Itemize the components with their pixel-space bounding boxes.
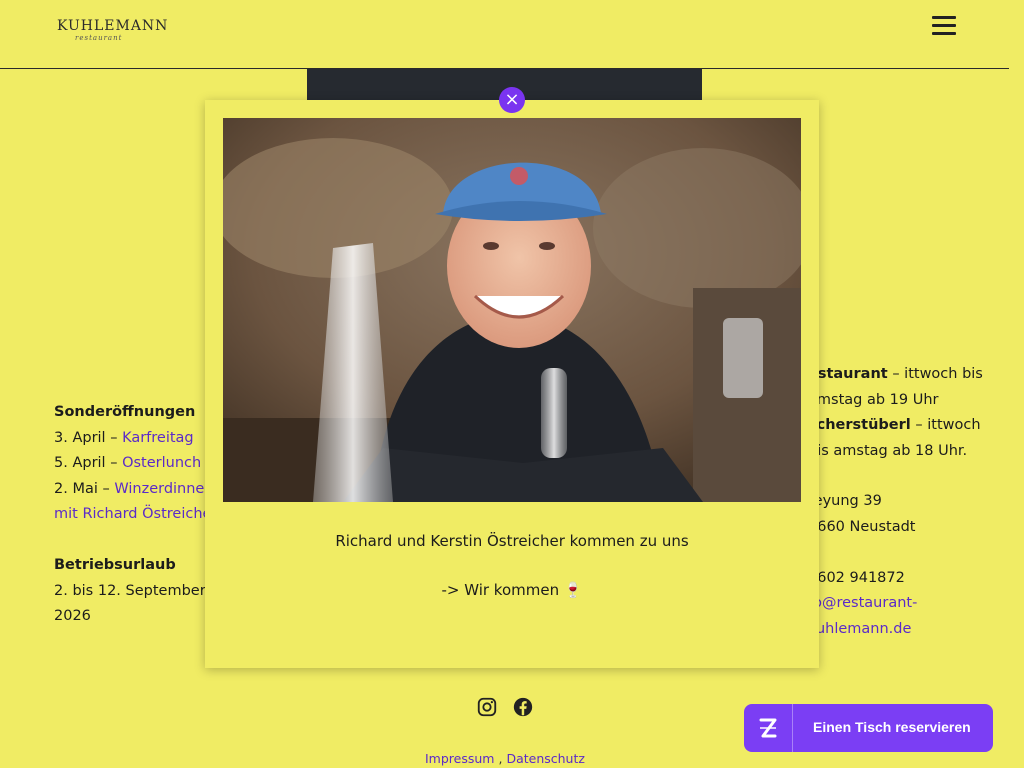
facebook-icon[interactable] — [512, 696, 534, 718]
contact-info: estaurant – ittwoch bis amstag ab 19 Uhr… — [808, 362, 988, 642]
city-address: 2660 Neustadt — [808, 518, 916, 535]
logo-subtext: restaurant — [75, 34, 123, 42]
popup-photo — [223, 118, 801, 502]
instagram-icon[interactable] — [476, 696, 498, 718]
reserve-label: Einen Tisch reservieren — [813, 719, 971, 735]
footer-links: Impressum , Datenschutz — [425, 751, 585, 766]
vacation-text: 2. bis 12. September 2026 — [54, 582, 206, 625]
phone-number[interactable]: 9602 941872 — [808, 566, 988, 592]
popup-modal: Richard und Kerstin Östreicher kommen zu… — [205, 100, 819, 668]
site-header: KUHLEMANN restaurant — [0, 0, 1009, 69]
reserve-table-button[interactable]: Einen Tisch reservieren — [744, 704, 993, 752]
special-link-osterlunch[interactable]: Osterlunch — [122, 455, 201, 471]
menu-icon[interactable] — [930, 14, 958, 36]
close-modal-button[interactable]: × — [499, 87, 525, 113]
special-date: 5. April – — [54, 455, 118, 472]
popup-cta-link[interactable]: -> Wir kommen 🍷 — [205, 581, 819, 599]
email-link[interactable]: fo@restaurant-kuhlemann.de — [808, 595, 917, 637]
datenschutz-link[interactable]: Datenschutz — [506, 751, 585, 766]
street-address: reyung 39 — [808, 493, 882, 510]
restaurant-label: estaurant — [808, 366, 888, 382]
special-date: 2. Mai – — [54, 480, 110, 497]
zenchef-icon — [744, 704, 793, 752]
footer-separator: , — [498, 751, 503, 766]
special-item: 2. Mai – Winzerdinner mit Richard Östrei… — [54, 477, 224, 528]
special-item: 3. April – Karfreitag — [54, 426, 224, 452]
impressum-link[interactable]: Impressum — [425, 751, 494, 766]
logo[interactable]: KUHLEMANN restaurant — [57, 18, 169, 42]
special-date: 3. April – — [54, 429, 118, 446]
popup-caption: Richard und Kerstin Östreicher kommen zu… — [335, 532, 689, 550]
stube-label: scherstüberl — [808, 417, 911, 434]
special-openings-title: Sonderöffnungen — [54, 404, 196, 420]
logo-text: KUHLEMANN — [57, 18, 169, 34]
special-item: 5. April – Osterlunch — [54, 451, 224, 477]
vacation-title: Betriebsurlaub — [54, 556, 176, 573]
special-link-karfreitag[interactable]: Karfreitag — [122, 430, 194, 446]
opening-info: Sonderöffnungen 3. April – Karfreitag 5.… — [54, 400, 224, 630]
